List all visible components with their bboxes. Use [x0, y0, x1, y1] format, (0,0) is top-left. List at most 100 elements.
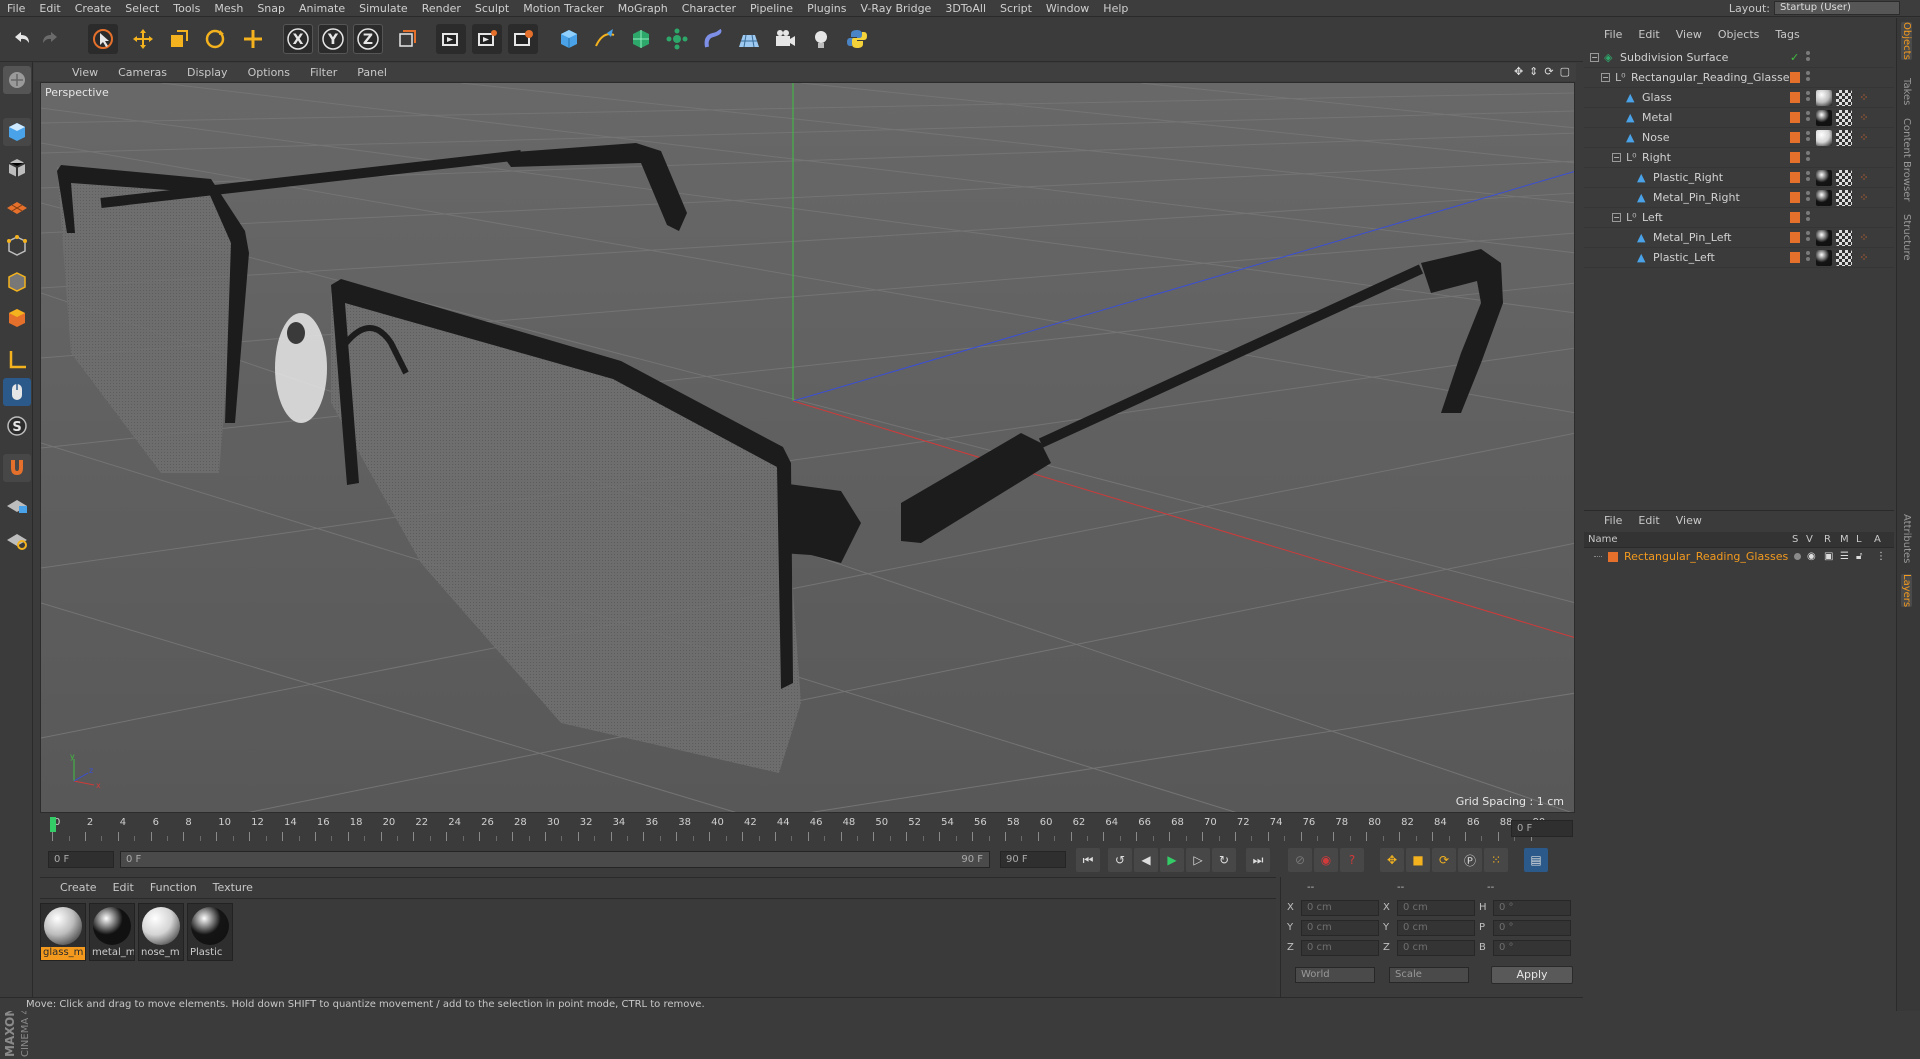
- layer-col-locked[interactable]: L: [1856, 534, 1862, 545]
- move-icon[interactable]: [128, 24, 158, 54]
- material-tag-icon[interactable]: [1816, 130, 1832, 146]
- autokey-icon[interactable]: ◉: [1314, 848, 1338, 872]
- objects-menu-view[interactable]: View: [1668, 28, 1710, 41]
- material-tag-icon[interactable]: [1816, 110, 1832, 126]
- material-menu-texture[interactable]: Texture: [205, 881, 261, 894]
- uvw-tag-icon[interactable]: [1836, 190, 1852, 206]
- tab-objects[interactable]: Objects: [1901, 22, 1912, 60]
- rotate-view-icon[interactable]: ⟳: [1544, 65, 1553, 78]
- visibility-dots[interactable]: [1806, 51, 1810, 65]
- rotate-icon[interactable]: [200, 24, 230, 54]
- coord-value-field[interactable]: 0 °: [1493, 900, 1571, 916]
- layer-col-animation[interactable]: A: [1874, 534, 1881, 545]
- coord-value-field[interactable]: 0 °: [1493, 920, 1571, 936]
- tab-content-browser[interactable]: Content Browser: [1901, 118, 1912, 201]
- material-swatch[interactable]: nose_m: [138, 903, 184, 961]
- layer-color-swatch[interactable]: [1790, 212, 1800, 223]
- snap-icon[interactable]: S: [3, 412, 31, 440]
- layer-lock-icon[interactable]: 🔓︎: [1856, 551, 1862, 562]
- array-icon[interactable]: [662, 24, 692, 54]
- phong-tag-icon[interactable]: ⁘: [1856, 110, 1872, 126]
- planar-workplane-icon[interactable]: [3, 526, 31, 554]
- goto-end-icon[interactable]: ⏭: [1246, 848, 1270, 872]
- phong-tag-icon[interactable]: ⁘: [1856, 170, 1872, 186]
- phong-tag-icon[interactable]: ⁘: [1856, 190, 1872, 206]
- recent-tool-icon[interactable]: [238, 24, 268, 54]
- phong-tag-icon[interactable]: ⁘: [1856, 250, 1872, 266]
- render-view-icon[interactable]: [436, 24, 466, 54]
- uvw-tag-icon[interactable]: [1836, 110, 1852, 126]
- camera-icon[interactable]: [770, 24, 800, 54]
- material-tag-icon[interactable]: [1816, 170, 1832, 186]
- visibility-dots[interactable]: [1806, 171, 1810, 185]
- scale-icon[interactable]: [164, 24, 194, 54]
- current-frame-field[interactable]: 0 F: [1511, 820, 1573, 837]
- objects-menu-tags[interactable]: Tags: [1767, 28, 1807, 41]
- object-row[interactable]: ▲ Metal_Pin_Left ⁘: [1584, 228, 1894, 248]
- locked-workplane-icon[interactable]: [3, 490, 31, 518]
- maximize-view-icon[interactable]: ▢: [1560, 65, 1570, 78]
- object-name[interactable]: Metal_Pin_Right: [1653, 191, 1740, 204]
- visibility-dots[interactable]: [1806, 71, 1810, 85]
- visibility-dots[interactable]: [1806, 191, 1810, 205]
- end-frame-field[interactable]: 90 F: [1000, 851, 1066, 868]
- pan-view-icon[interactable]: ✥: [1514, 65, 1523, 78]
- viewport-menu-options[interactable]: Options: [238, 66, 300, 79]
- tab-attributes[interactable]: Attributes: [1901, 514, 1912, 563]
- timeline-window-icon[interactable]: ▤: [1524, 848, 1548, 872]
- material-tag-icon[interactable]: [1816, 230, 1832, 246]
- magnet-icon[interactable]: [3, 454, 31, 482]
- visibility-dots[interactable]: [1806, 111, 1810, 125]
- coord-value-field[interactable]: 0 cm: [1301, 940, 1379, 956]
- visibility-dots[interactable]: [1806, 251, 1810, 265]
- key-position-icon[interactable]: ✥: [1380, 848, 1404, 872]
- floor-icon[interactable]: [734, 24, 764, 54]
- object-name[interactable]: Rectangular_Reading_Glasses: [1631, 71, 1795, 84]
- apply-button[interactable]: Apply: [1491, 966, 1573, 984]
- material-menu-edit[interactable]: Edit: [105, 881, 142, 894]
- object-name[interactable]: Glass: [1642, 91, 1672, 104]
- render-picture-viewer-icon[interactable]: [472, 24, 502, 54]
- tab-layers[interactable]: Layers: [1901, 574, 1912, 608]
- viewport-menu-filter[interactable]: Filter: [300, 66, 347, 79]
- material-menu-create[interactable]: Create: [52, 881, 105, 894]
- menu-create[interactable]: Create: [68, 2, 119, 15]
- object-name[interactable]: Right: [1642, 151, 1671, 164]
- points-mode-icon[interactable]: [3, 232, 31, 260]
- goto-start-icon[interactable]: ⏮: [1076, 848, 1100, 872]
- object-row[interactable]: ▲ Glass ⁘: [1584, 88, 1894, 108]
- menu-help[interactable]: Help: [1096, 2, 1135, 15]
- uvw-tag-icon[interactable]: [1836, 130, 1852, 146]
- layer-color-swatch[interactable]: [1790, 72, 1800, 83]
- material-tag-icon[interactable]: [1816, 90, 1832, 106]
- menu-script[interactable]: Script: [993, 2, 1039, 15]
- layers-menu-file[interactable]: File: [1596, 514, 1630, 527]
- objects-menu-edit[interactable]: Edit: [1630, 28, 1667, 41]
- layer-color-swatch[interactable]: [1790, 252, 1800, 263]
- coord-value-field[interactable]: 0 °: [1493, 940, 1571, 956]
- layer-color-swatch[interactable]: [1790, 92, 1800, 103]
- menu-simulate[interactable]: Simulate: [352, 2, 415, 15]
- layer-col-name[interactable]: Name: [1588, 534, 1618, 545]
- layer-color-swatch[interactable]: [1608, 552, 1618, 562]
- menu-mograph[interactable]: MoGraph: [611, 2, 675, 15]
- layer-col-render[interactable]: R: [1824, 534, 1831, 545]
- layer-visible-icon[interactable]: ◉: [1807, 551, 1816, 562]
- layer-solo-icon[interactable]: [1794, 553, 1801, 560]
- live-select-icon[interactable]: [88, 24, 118, 54]
- object-row[interactable]: ▲ Nose ⁘: [1584, 128, 1894, 148]
- menu-pipeline[interactable]: Pipeline: [743, 2, 800, 15]
- step-forward-icon[interactable]: ▷: [1186, 848, 1210, 872]
- object-row[interactable]: − L⁰ Right: [1584, 148, 1894, 168]
- light-icon[interactable]: [806, 24, 836, 54]
- play-icon[interactable]: ▶: [1160, 848, 1184, 872]
- key-pla-icon[interactable]: ⁙: [1484, 848, 1508, 872]
- tab-structure[interactable]: Structure: [1901, 214, 1912, 261]
- playhead[interactable]: [50, 817, 56, 832]
- collapse-toggle-icon[interactable]: −: [1590, 53, 1599, 62]
- polygons-mode-icon[interactable]: [3, 304, 31, 332]
- pen-spline-icon[interactable]: [590, 24, 620, 54]
- key-scale-icon[interactable]: ■: [1406, 848, 1430, 872]
- object-name[interactable]: Metal: [1642, 111, 1672, 124]
- layer-animation-icon[interactable]: ⋮: [1876, 551, 1886, 562]
